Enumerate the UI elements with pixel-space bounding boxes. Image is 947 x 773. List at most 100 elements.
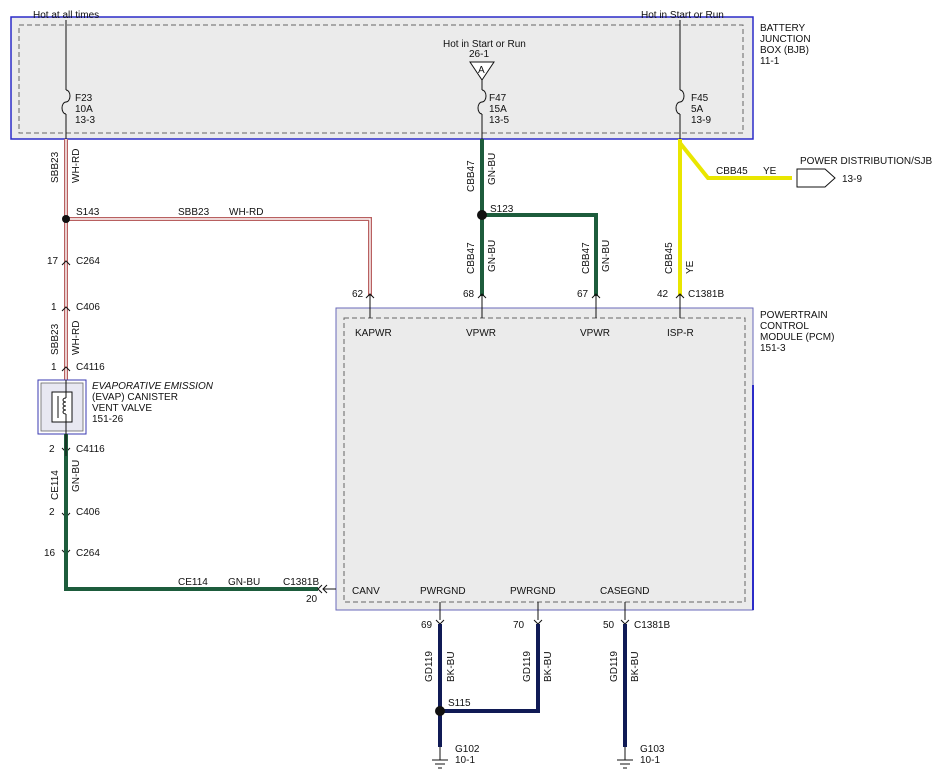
evap-title-line2: (EVAP) CANISTER xyxy=(92,392,178,403)
pcm-pin-canv: CANV xyxy=(352,586,380,597)
splice-s143-dot xyxy=(62,215,70,223)
label-wh-rd-vertical-2: WH-RD xyxy=(71,321,82,355)
label-gn-bu-ce114-vertical: GN-BU xyxy=(71,460,82,492)
splice-s115-label: S115 xyxy=(448,698,471,709)
connector-pin-1-c4116: 1 xyxy=(51,362,57,373)
evap-title-line3: VENT VALVE xyxy=(92,403,152,414)
fuse-f47-rating: 15A xyxy=(489,104,507,115)
power-distribution-ref: POWER DISTRIBUTION/SJB 13-9 xyxy=(796,156,933,188)
triangle-letter: A xyxy=(478,65,485,76)
label-cbb47-vertical-2: CBB47 xyxy=(466,242,477,274)
pcm-module: POWERTRAIN CONTROL MODULE (PCM) 151-3 KA… xyxy=(335,307,834,611)
pin-42: 42 xyxy=(657,289,669,300)
bjb-inner-feed-ref: 26-1 xyxy=(469,49,489,60)
label-gd119-2: GD119 xyxy=(522,651,533,682)
bjb-title-line4: 11-1 xyxy=(760,56,780,67)
label-wh-rd-horizontal: WH-RD xyxy=(229,207,263,218)
label-c1381b-bottom: C1381B xyxy=(634,620,670,631)
label-wh-rd-vertical-1: WH-RD xyxy=(71,149,82,183)
fuse-f23-id: F23 xyxy=(75,93,93,104)
pin-62: 62 xyxy=(352,289,364,300)
pcm-pin-vpwr-2: VPWR xyxy=(580,328,610,339)
label-gn-bu-vertical-2: GN-BU xyxy=(487,240,498,272)
bjb-title: BATTERY JUNCTION BOX (BJB) 11-1 xyxy=(760,23,811,67)
ground-g102: G102 10-1 xyxy=(432,744,480,769)
ground-g102-id: G102 xyxy=(455,744,480,755)
label-sbb23-vertical-2: SBB23 xyxy=(50,323,61,355)
label-c1381b-top: C1381B xyxy=(688,289,724,300)
evap-vent-valve: EVAPORATIVE EMISSION (EVAP) CANISTER VEN… xyxy=(37,379,214,435)
wire-gd119-bk-bu: 69 70 50 C1381B GD119 BK-BU GD119 BK-BU … xyxy=(421,602,670,747)
pin-50: 50 xyxy=(603,620,615,631)
left-feed-label: Hot at all times xyxy=(33,10,99,21)
fuse-f47-id: F47 xyxy=(489,93,507,104)
pin-68: 68 xyxy=(463,289,475,300)
ground-g103-ref: 10-1 xyxy=(640,755,660,766)
fuse-f47-ref: 13-5 xyxy=(489,115,509,126)
connector-c264-bottom: C264 xyxy=(76,548,100,559)
splice-s115-dot xyxy=(435,706,445,716)
label-ce114-horizontal: CE114 xyxy=(178,577,208,588)
pcm-title: POWERTRAIN CONTROL MODULE (PCM) 151-3 xyxy=(760,310,834,354)
label-gn-bu-vertical-1: GN-BU xyxy=(487,153,498,185)
label-ye-horizontal: YE xyxy=(763,166,777,177)
ground-g102-ref: 10-1 xyxy=(455,755,475,766)
label-ye-vertical: YE xyxy=(685,260,696,274)
pcm-title-line2: CONTROL xyxy=(760,321,809,332)
wire-cbb45-ye: CBB45 YE CBB45 YE xyxy=(664,139,792,296)
label-cbb47-vertical-1: CBB47 xyxy=(466,160,477,192)
power-dist-label: POWER DISTRIBUTION/SJB xyxy=(800,156,933,167)
bjb-title-line1: BATTERY xyxy=(760,23,806,34)
pcm-title-line1: POWERTRAIN xyxy=(760,310,828,321)
connector-pin-2-c406: 2 xyxy=(49,507,55,518)
label-sbb23-horizontal: SBB23 xyxy=(178,207,210,218)
right-feed-label: Hot in Start or Run xyxy=(641,10,724,21)
bjb-title-line3: BOX (BJB) xyxy=(760,45,809,56)
label-bk-bu-2: BK-BU xyxy=(543,651,554,682)
pcm-pin-casegnd: CASEGND xyxy=(600,586,649,597)
connector-c4116-bottom: C4116 xyxy=(76,444,105,455)
pcm-pin-pwrgnd-2: PWRGND xyxy=(510,586,556,597)
label-bk-bu-1: BK-BU xyxy=(446,651,457,682)
pin-67: 67 xyxy=(577,289,589,300)
connector-pin-1-c406: 1 xyxy=(51,302,57,313)
connector-c264-top: C264 xyxy=(76,256,100,267)
fuse-f45-ref: 13-9 xyxy=(691,115,711,126)
pcm-pin-vpwr-1: VPWR xyxy=(466,328,496,339)
ground-g103-id: G103 xyxy=(640,744,665,755)
pcm-pin-pwrgnd-1: PWRGND xyxy=(420,586,466,597)
solenoid-icon xyxy=(51,391,73,423)
pcm-title-line4: 151-3 xyxy=(760,343,786,354)
label-cbb45-horizontal: CBB45 xyxy=(716,166,748,177)
label-ce114-vertical: CE114 xyxy=(50,470,61,500)
label-gd119-1: GD119 xyxy=(424,651,435,682)
splice-s123-label: S123 xyxy=(490,204,514,215)
pcm-pin-kapwr: KAPWR xyxy=(355,328,392,339)
fuse-f23-rating: 10A xyxy=(75,104,93,115)
evap-title-line1: EVAPORATIVE EMISSION xyxy=(92,381,214,392)
pin-20: 20 xyxy=(306,594,318,605)
power-dist-ref: 13-9 xyxy=(842,174,862,185)
label-cbb45-vertical: CBB45 xyxy=(664,242,675,274)
splice-s143-label: S143 xyxy=(76,207,100,218)
pcm-pin-isp-r: ISP-R xyxy=(667,328,694,339)
ground-g103: G103 10-1 xyxy=(617,744,665,769)
pcm-title-line3: MODULE (PCM) xyxy=(760,332,834,343)
wire-ce114-gn-bu: CE114 GN-BU CE114 GN-BU C1381B 20 xyxy=(50,434,336,605)
label-sbb23-vertical-1: SBB23 xyxy=(50,151,61,183)
splice-s123-dot xyxy=(477,210,487,220)
label-c1381b-canv: C1381B xyxy=(283,577,319,588)
label-gn-bu-horizontal: GN-BU xyxy=(228,577,260,588)
evap-title-line4: 151-26 xyxy=(92,414,124,425)
fuse-f23-ref: 13-3 xyxy=(75,115,95,126)
pin-69: 69 xyxy=(421,620,433,631)
bjb-title-line2: JUNCTION xyxy=(760,34,811,45)
label-cbb47-vertical-3: CBB47 xyxy=(581,242,592,274)
label-gn-bu-vertical-3: GN-BU xyxy=(601,240,612,272)
connector-pin-16: 16 xyxy=(44,548,56,559)
label-gd119-3: GD119 xyxy=(609,651,620,682)
connector-c406-top: C406 xyxy=(76,302,100,313)
wire-cbb47-gn-bu: CBB47 GN-BU CBB47 GN-BU CBB47 GN-BU xyxy=(466,139,612,296)
wiring-diagram: BATTERY JUNCTION BOX (BJB) 11-1 Hot in S… xyxy=(10,10,933,769)
connector-c406-bottom: C406 xyxy=(76,507,100,518)
